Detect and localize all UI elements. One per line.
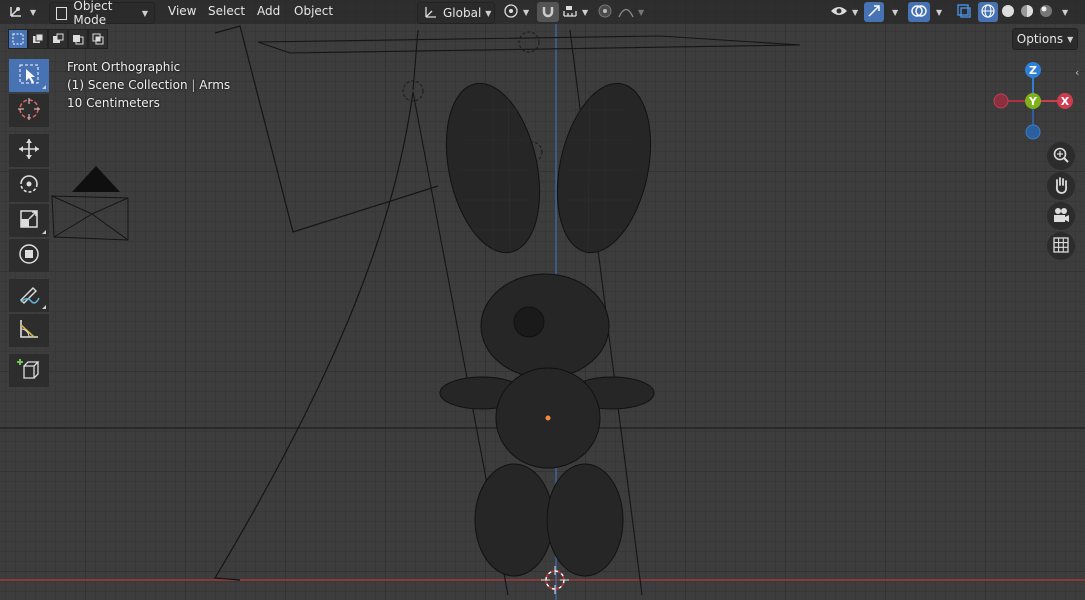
viewport-header: ▼ Object Mode ▼ View Select Add Object G… [0,0,1085,27]
rotate-tool[interactable] [9,169,49,202]
select-extend-icon[interactable] [28,29,48,49]
zoom-icon [1052,146,1070,167]
axis-gizmo-icon [8,3,26,22]
xray-icon [956,3,972,22]
material-sphere-icon [1020,4,1034,21]
origin-point [545,415,551,421]
collection-info: (1) Scene Collection | Arms [67,78,231,92]
solid-sphere-icon [1001,4,1015,21]
transform-tool[interactable] [9,239,49,272]
chevron-down-icon: ▼ [485,8,492,18]
active-object-name: Arms [199,78,231,92]
menu-object[interactable]: Object [294,4,333,18]
annotate-tool[interactable] [9,279,49,312]
hand-pan-icon [1052,176,1070,197]
visibility-button[interactable]: ▼ [830,2,858,22]
overlays-icon [911,4,927,21]
editor-type-button[interactable]: ▼ [8,2,36,22]
chevron-down-icon[interactable]: ▼ [1058,2,1068,22]
y-label: Y [1028,95,1038,108]
shading-solid-button[interactable] [999,2,1017,22]
snap-toggle[interactable] [537,2,559,22]
pivot-icon [503,3,519,22]
select-invert-icon[interactable] [68,29,88,49]
chevron-down-icon[interactable]: ▼ [888,2,898,22]
pan-button[interactable] [1047,172,1075,200]
transform-icon [17,242,41,269]
menu-add[interactable]: Add [257,4,280,18]
rendered-sphere-icon [1039,4,1053,21]
camera-icon [1052,206,1070,227]
measure-tool[interactable] [9,314,49,347]
pivot-point-button[interactable]: ▼ [503,2,529,22]
options-label: Options [1016,32,1064,46]
chevron-down-icon: ▼ [141,8,148,18]
select-new-icon[interactable] [8,29,28,49]
camera-object [51,166,129,241]
camera-view-button[interactable] [1047,202,1075,230]
grid-icon [1052,236,1070,257]
shading-wireframe-button[interactable] [978,2,998,22]
shading-rendered-button[interactable] [1037,2,1055,22]
menu-select[interactable]: Select [208,4,245,18]
z-label: Z [1029,64,1037,77]
navigation-gizmo[interactable]: Z Y X [990,58,1076,144]
select-subtract-icon[interactable] [48,29,68,49]
orientation-label: Global [443,6,482,20]
mode-label: Object Mode [73,0,113,27]
move-tool[interactable] [9,134,49,167]
grid-scale: 10 Centimeters [67,96,160,110]
eye-icon [830,4,848,21]
chevron-down-icon[interactable]: ▼ [932,2,942,22]
add-cube-icon [17,357,41,384]
selection-mode-row [8,29,108,49]
cursor-icon [17,97,41,124]
gizmo-icon [867,4,881,21]
move-icon [17,137,41,164]
perspective-toggle-button[interactable] [1047,232,1075,260]
options-dropdown[interactable]: Options ▼ [1012,28,1078,50]
x-label: X [1061,95,1070,108]
annotate-icon [17,282,41,309]
select-box-icon [18,63,40,88]
gizmo-toggle[interactable] [864,2,884,22]
xray-toggle[interactable] [954,2,974,22]
snap-increment-icon [562,4,578,21]
chevron-down-icon: ▼ [1067,34,1074,44]
snap-target-button[interactable]: ▼ [562,2,588,22]
add-cube-tool[interactable] [9,354,49,387]
select-box-tool[interactable] [9,59,49,92]
orientation-icon [424,5,438,22]
transform-orientation-dropdown[interactable]: Global ▼ [417,2,495,24]
magnet-icon [541,4,555,21]
neg-x-axis-handle [993,93,1009,109]
spotlight-cone-left [213,91,414,581]
proportional-edit-icon [598,4,612,21]
menu-view[interactable]: View [168,4,196,18]
measure-icon [17,317,41,344]
neg-z-axis-handle [1025,124,1041,140]
object-mode-icon [56,6,68,20]
proportional-edit-toggle[interactable] [596,2,614,22]
collection-name: (1) Scene Collection [67,78,188,92]
view-name: Front Orthographic [67,60,181,74]
light-wire [214,25,439,233]
falloff-button[interactable]: ▼ [618,2,644,22]
wireframe-sphere-icon [981,3,995,21]
scale-icon [17,207,41,234]
zoom-button[interactable] [1047,142,1075,170]
select-intersect-icon[interactable] [88,29,108,49]
mode-dropdown[interactable]: Object Mode ▼ [49,0,155,27]
scale-tool[interactable] [9,204,49,237]
overlays-toggle[interactable] [908,2,930,22]
shading-material-button[interactable] [1018,2,1036,22]
falloff-curve-icon [618,4,634,21]
cursor-tool[interactable] [9,94,49,127]
area-light-wire [257,35,801,54]
rotate-icon [17,172,41,199]
